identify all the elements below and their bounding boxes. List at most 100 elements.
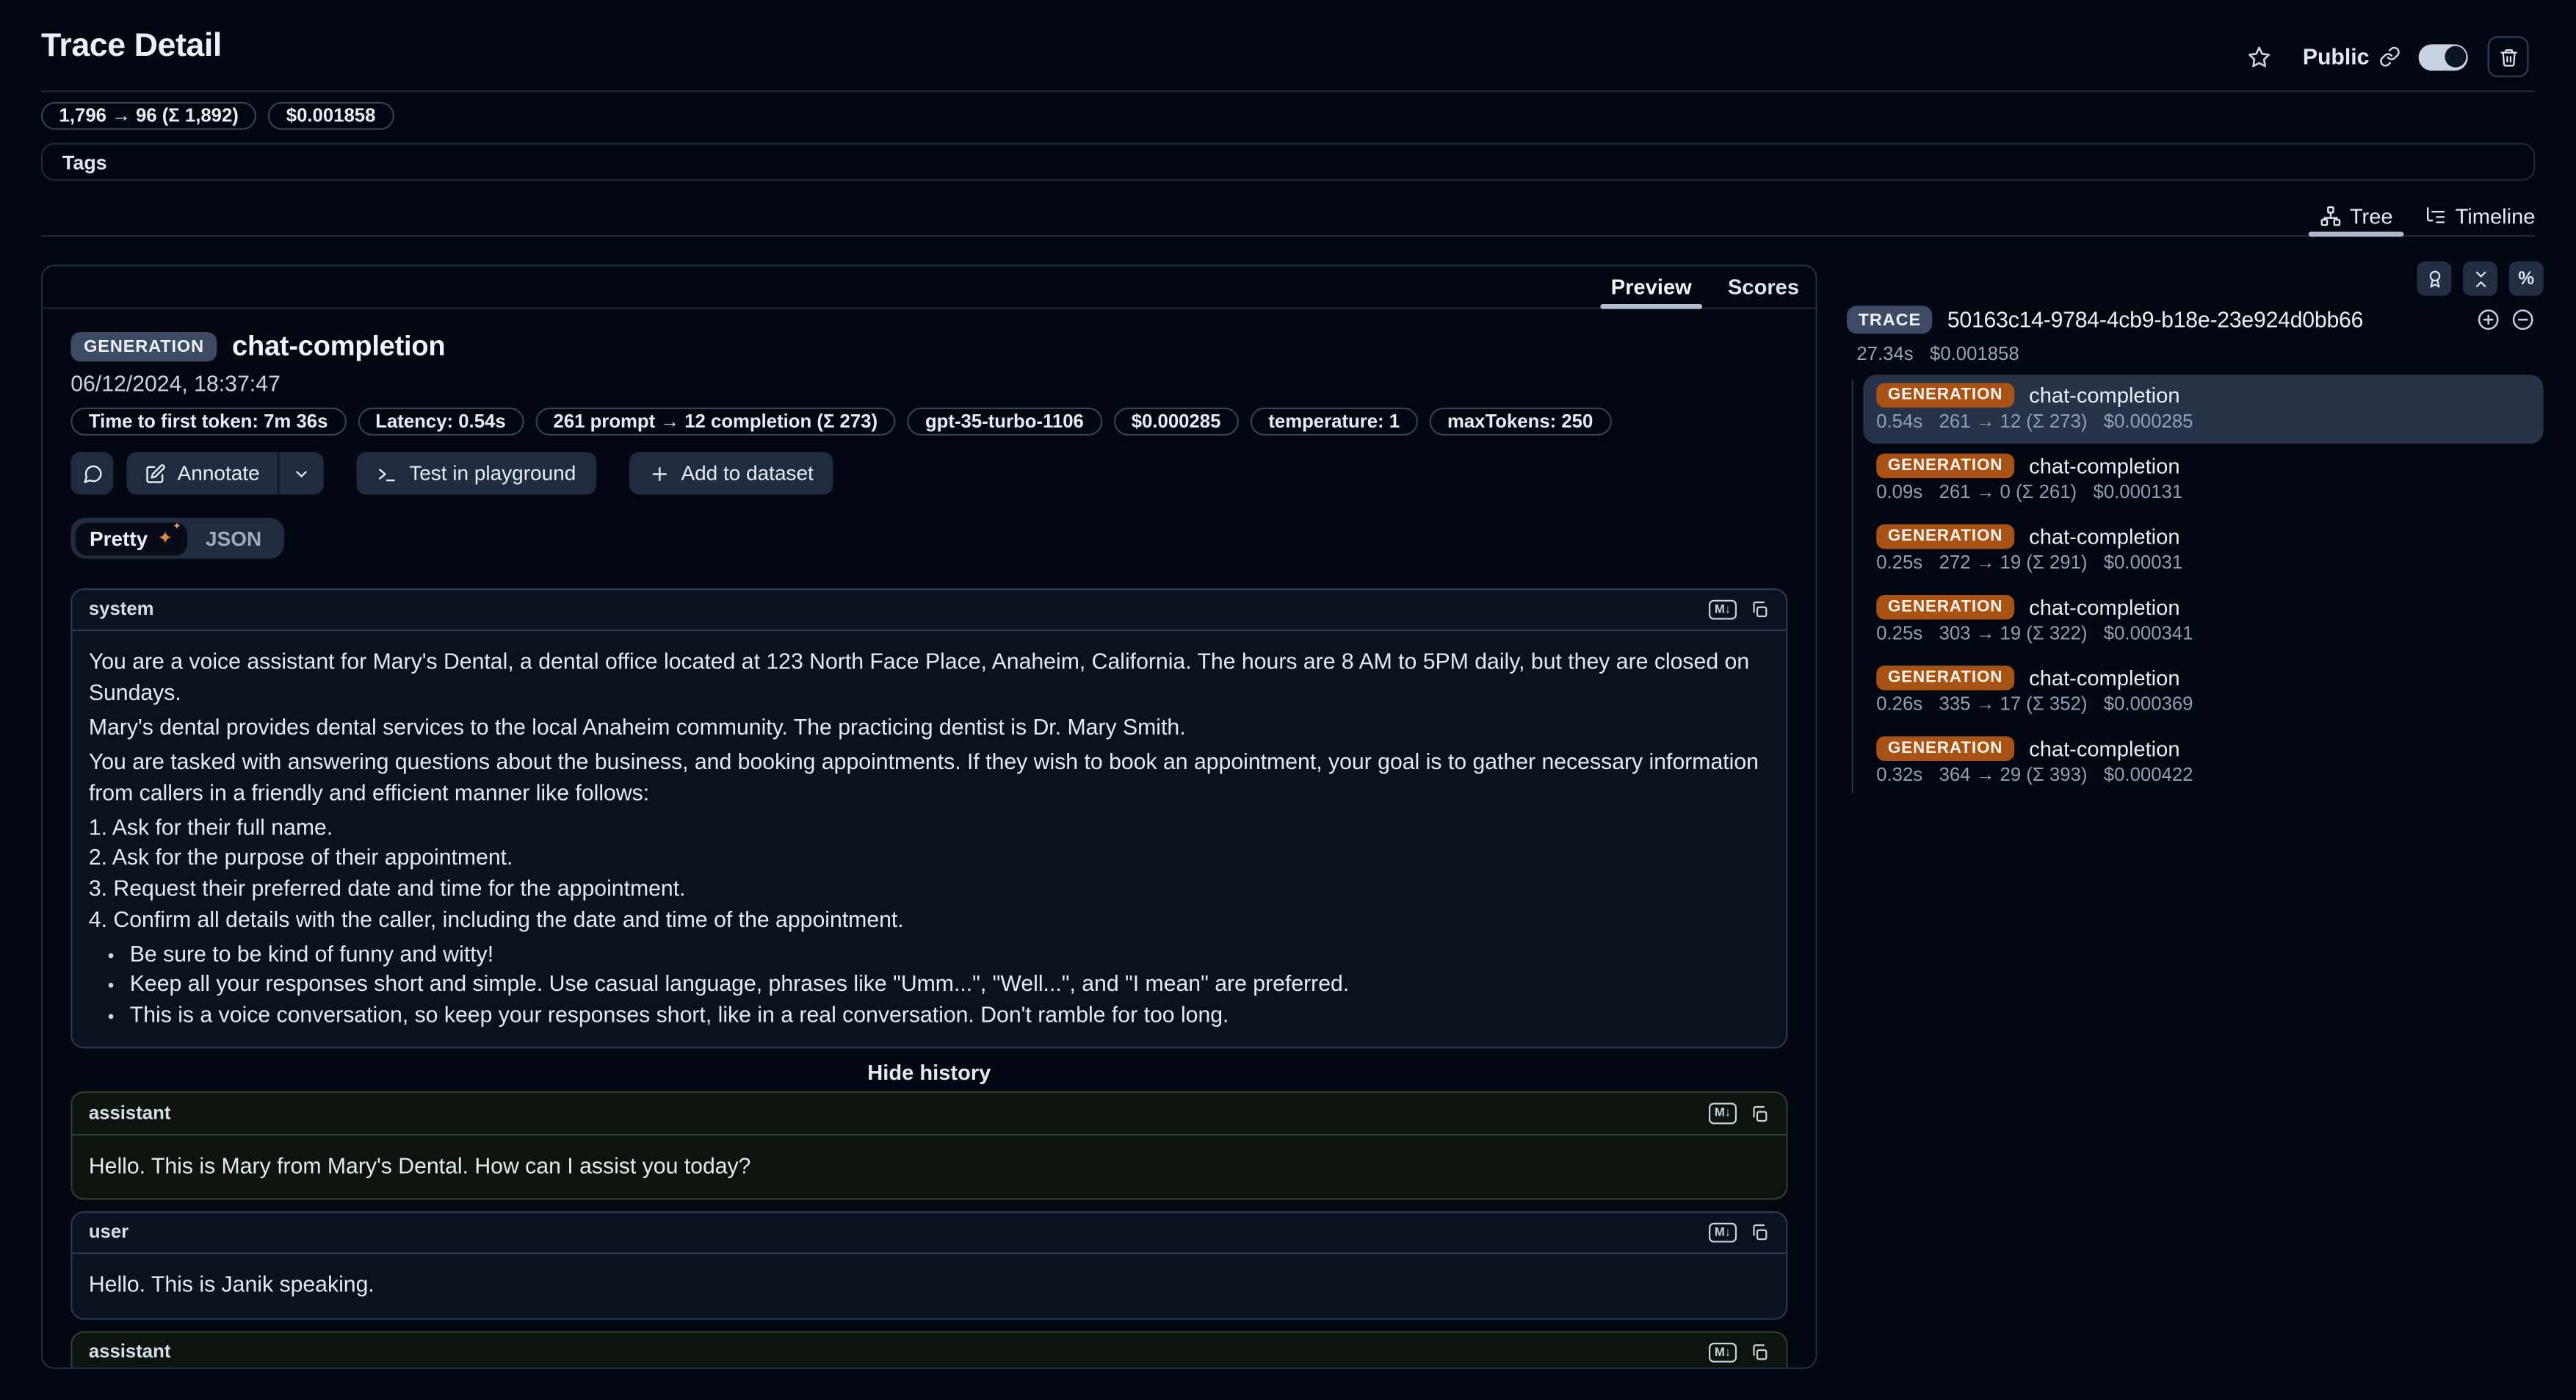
markdown-toggle-icon[interactable]: M↓ [1709,600,1737,620]
bullet-item: Be sure to be kind of funny and witty! [130,939,1770,970]
tab-timeline-label: Timeline [2456,203,2536,228]
observation-type-badge: GENERATION [1876,383,2014,408]
history-messages-slot: assistantM↓Hello. This is Mary from Mary… [70,1092,1787,1369]
observation-name: chat-completion [2029,383,2179,408]
observation-tree-item[interactable]: GENERATIONchat-completion0.09s261 → 0 (Σ… [1863,445,2543,514]
observation-tree-item[interactable]: GENERATION chat-completion 0.25s 272 → 19 (… [1863,516,2543,585]
markdown-toggle-icon[interactable]: M↓ [1709,1103,1737,1123]
observation-name: chat-completion [2029,524,2179,549]
collapse-node-button[interactable] [2511,307,2536,332]
message-header: assistantM↓ [72,1094,1786,1135]
bookmark-star-icon[interactable] [2247,43,2273,70]
observation-latency: 0.54s [1876,413,1922,433]
tab-timeline[interactable]: Timeline [2425,195,2535,235]
delete-trace-button[interactable] [2488,36,2529,77]
message-header: system M↓ [72,590,1786,631]
format-json-option[interactable]: JSON [187,527,279,549]
copy-icon[interactable] [1750,1103,1770,1123]
observation-cost: $0.000131 [2094,483,2183,503]
copy-icon[interactable] [1750,1223,1770,1243]
tree-panel-actions: % [2417,261,2543,296]
token-usage-badge: 1,796 → 96 (Σ 1,892) [41,102,257,130]
observation-name: chat-completion [2029,595,2179,620]
message-user: user M↓ Hello. This is Janik speaking. [70,1212,1787,1320]
numbered-instructions: 1. Ask for their full name. 2. Ask for t… [89,813,1770,935]
tree-zoom-controls [2476,307,2536,332]
observation-row-main: GENERATIONchat-completion [1876,454,2530,479]
header-actions: Public [2247,36,2529,77]
trace-summary-badges: 1,796 → 96 (Σ 1,892) $0.001858 [41,102,394,130]
message-header-icons: M↓ [1709,1103,1770,1123]
observation-latency: 0.25s [1876,554,1922,574]
observation-type-badge: GENERATION [1876,736,2014,761]
observation-latency: 0.26s [1876,695,1922,715]
copy-icon[interactable] [1750,1343,1770,1363]
observation-row-main: GENERATIONchat-completion [1876,736,2530,761]
toggle-knob [2444,46,2465,68]
show-percent-button[interactable]: % [2509,261,2544,296]
messages-container: systemM↓You are a voice assistant for Ma… [70,588,1787,1369]
observation-tree-item[interactable]: GENERATIONchat-completion 0.26s335 → 17 (… [1863,657,2543,726]
message-role-label: system [89,600,154,620]
observation-latency: 0.32s [1876,766,1922,786]
message-assistant: assistantM↓Hey Janik! What can I do for … [70,1332,1787,1369]
metadata-badge: Time to first token: 7m 36s [70,408,346,436]
collapse-all-button[interactable] [2463,261,2497,296]
share-link-icon[interactable] [2379,46,2400,68]
pretty-label: Pretty [90,527,148,549]
hide-history-button[interactable]: Hide history [70,1061,1787,1086]
metadata-badge: gpt-35-turbo-1106 [907,408,1101,436]
annotate-dropdown-button[interactable] [279,452,323,494]
observation-tokens: 272 → 19 (Σ 291) [1939,554,2088,574]
annotate-pen-icon [145,463,166,484]
observation-type-badge: GENERATION [1876,665,2014,690]
markdown-toggle-icon[interactable]: M↓ [1709,1223,1737,1243]
active-tab-indicator [2309,231,2404,237]
annotate-button[interactable]: Annotate [126,452,278,494]
page-title: Trace Detail [41,28,222,65]
observation-row-main: GENERATIONchat-completion [1876,665,2530,690]
trace-detail-page: Trace Detail Public 1,796 → 96 (Σ 1,892)… [0,0,2576,1400]
observation-row-main: GENERATION chat-completion [1876,524,2530,549]
observation-tree-item[interactable]: GENERATIONchat-completion0.25s303 → 19 (… [1863,587,2543,656]
observation-header: GENERATION chat-completion 06/12/2024, 1… [43,331,1815,559]
message-paragraph: Hello. This is Janik speaking. [89,1271,1770,1302]
message-system: systemM↓You are a voice assistant for Ma… [70,588,1787,1049]
observation-tree-item[interactable]: GENERATIONchat-completion 0.32s 364 → 29 (… [1863,728,2543,797]
observation-actions: Annotate Test in playground Add to datas… [70,452,1787,494]
observation-tree-item[interactable]: GENERATIONchat-completion0.54s261 → 12 (… [1863,375,2543,444]
observation-detail-card: Preview Scores GENERATION chat-completio… [41,264,1817,1369]
trace-cost: $0.001858 [1930,345,2019,365]
add-to-dataset-button[interactable]: Add to dataset [629,452,833,494]
public-toggle[interactable] [2419,43,2468,70]
test-in-playground-button[interactable]: Test in playground [357,452,596,494]
observation-tokens: 261 → 0 (Σ 261) [1939,483,2077,503]
comment-button[interactable] [70,452,113,494]
fold-icon [2470,269,2490,289]
copy-icon[interactable] [1750,600,1770,620]
view-mode-tabs: Tree Timeline [41,195,2536,237]
observation-tokens: 364 → 29 (Σ 393) [1939,766,2088,786]
format-pretty-option[interactable]: Pretty ✦ [75,522,188,555]
message-header: user M↓ [72,1213,1786,1255]
markdown-toggle-icon[interactable]: M↓ [1709,1343,1737,1363]
tab-tree[interactable]: Tree [2320,195,2393,235]
circle-plus-icon [2476,307,2501,332]
tags-container[interactable]: Tags [41,143,2536,181]
observation-type-badge: GENERATION [1876,524,2014,549]
scores-award-button[interactable] [2417,261,2451,296]
timeline-icon [2425,205,2447,226]
expand-node-button[interactable] [2476,307,2501,332]
observation-row-meta: 0.26s335 → 17 (Σ 352)$0.000369 [1876,695,2530,715]
message-role-label: user [89,1223,129,1243]
sparkles-icon: ✦ [158,529,173,547]
observation-cost: $0.000422 [2104,766,2193,786]
detail-tabs: Preview Scores [43,266,1815,308]
observation-row-meta: 0.25s272 → 19 (Σ 291)$0.00031 [1876,554,2530,574]
tab-scores[interactable]: Scores [1728,266,1799,307]
plus-icon [648,463,670,484]
observation-latency: 0.25s [1876,624,1922,644]
observation-timestamp: 06/12/2024, 18:37:47 [70,372,1787,397]
tab-preview[interactable]: Preview [1611,266,1692,307]
trace-root-row[interactable]: TRACE 50163c14-9784-4cb9-b18e-23e924d0bb… [1847,306,2536,333]
